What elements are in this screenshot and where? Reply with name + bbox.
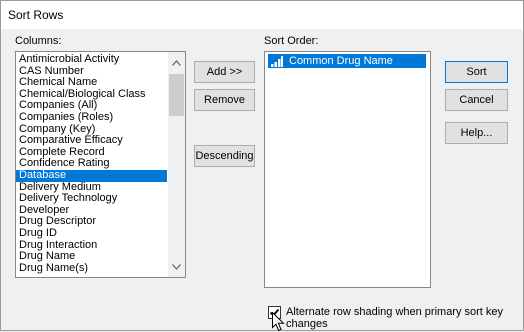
sort-order-item[interactable]: Common Drug Name [268, 54, 426, 68]
columns-list-item[interactable]: Chemical/Biological Class [16, 89, 167, 101]
columns-list-item[interactable]: Antimicrobial Activity [16, 54, 167, 66]
columns-list-item[interactable]: Database [16, 169, 167, 182]
title-bar[interactable]: Sort Rows [1, 1, 523, 29]
columns-scrollbar[interactable] [168, 52, 185, 277]
columns-list-item[interactable]: Comparative Efficacy [16, 135, 167, 147]
columns-list-item[interactable]: Drug Descriptor [16, 216, 167, 228]
columns-list-item[interactable]: Delivery Technology [16, 193, 167, 205]
columns-list-item[interactable]: Complete Record [16, 147, 167, 159]
mouse-pointer-icon [272, 312, 285, 332]
sort-order-label: Sort Order: [264, 35, 319, 47]
ascending-sort-icon [271, 55, 283, 67]
columns-list-item[interactable]: Companies (All) [16, 100, 167, 112]
columns-list-item[interactable]: Developer [16, 205, 167, 217]
remove-button[interactable]: Remove [194, 89, 255, 111]
columns-list-item[interactable]: Drug Interaction [16, 240, 167, 252]
columns-listbox[interactable]: Antimicrobial Activity CAS Number Chemical… [15, 51, 186, 278]
columns-list-item[interactable]: Companies (Roles) [16, 112, 167, 124]
scroll-down-arrow-icon[interactable] [168, 258, 185, 275]
columns-label: Columns: [15, 35, 62, 47]
sort-button[interactable]: Sort [445, 61, 508, 83]
sort-order-item-label: Common Drug Name [289, 55, 393, 67]
add-button[interactable]: Add >> [194, 61, 255, 83]
columns-list-item[interactable]: Drug ID [16, 228, 167, 240]
columns-list-item[interactable]: Drug Name(s) [16, 263, 167, 275]
dialog-title: Sort Rows [8, 8, 64, 22]
cancel-button[interactable]: Cancel [445, 89, 508, 111]
scroll-up-arrow-icon[interactable] [168, 54, 185, 71]
columns-list: Antimicrobial Activity CAS Number Chemical… [16, 54, 167, 274]
sort-rows-dialog: Sort Rows Columns: Antimicrobial Activit… [0, 0, 524, 332]
columns-list-item[interactable]: Company (Key) [16, 124, 167, 136]
help-button[interactable]: Help... [445, 122, 508, 144]
scroll-thumb[interactable] [169, 74, 184, 116]
sort-order-listbox[interactable]: Common Drug Name [264, 51, 431, 288]
columns-list-item[interactable]: Confidence Rating [16, 158, 167, 170]
columns-list-item[interactable]: Delivery Medium [16, 182, 167, 194]
columns-list-item[interactable]: Drug Name [16, 251, 167, 263]
descending-button[interactable]: Descending [194, 145, 255, 167]
alternate-shading-label: Alternate row shading when primary sort … [286, 306, 504, 330]
columns-list-item[interactable]: CAS Number [16, 66, 167, 78]
columns-list-item[interactable]: Chemical Name [16, 77, 167, 89]
